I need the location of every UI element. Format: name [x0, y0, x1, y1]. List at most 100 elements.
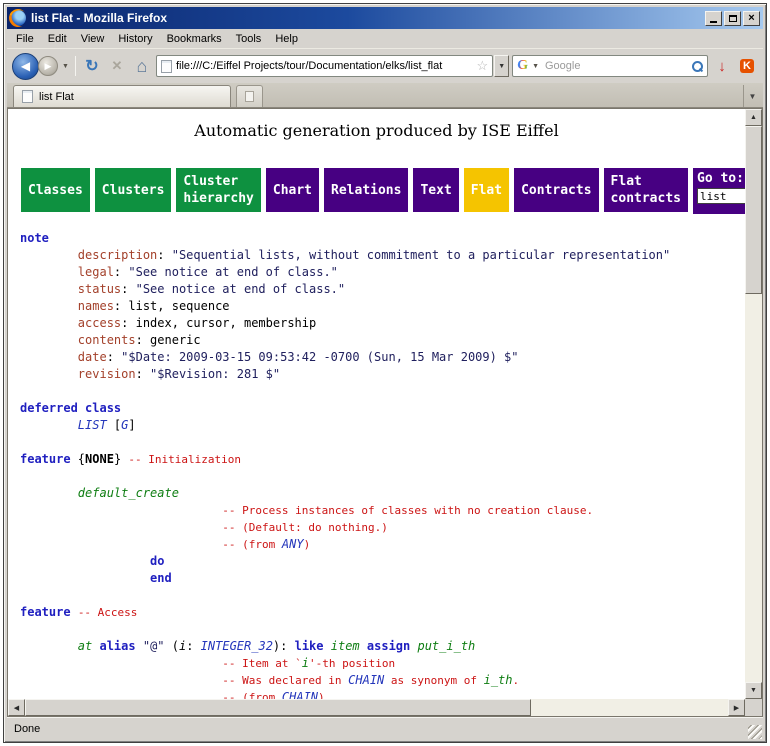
- page-viewport: Automatic generation produced by ISE Eif…: [8, 109, 745, 699]
- forward-button[interactable]: ▶: [38, 56, 58, 76]
- code-link[interactable]: default_create: [78, 486, 179, 500]
- firefox-icon: [10, 10, 26, 26]
- scroll-right-icon: ▶: [734, 704, 739, 712]
- code-link[interactable]: i_th: [484, 673, 513, 687]
- menu-history[interactable]: History: [111, 31, 159, 47]
- toolbar-separator: [75, 56, 76, 76]
- code-token: ]: [128, 418, 135, 432]
- nav-relations[interactable]: Relations: [324, 168, 408, 212]
- bookmark-star-icon[interactable]: ☆: [477, 58, 489, 74]
- new-tab-button[interactable]: [236, 85, 263, 107]
- code-line: -- Process instances of classes with no …: [20, 502, 745, 519]
- stop-button[interactable]: ✕: [106, 54, 128, 78]
- nav-cluster-hierarchy[interactable]: Cluster hierarchy: [176, 168, 260, 212]
- horizontal-scrollbar[interactable]: ◀ ▶: [8, 699, 745, 716]
- code-token: :: [157, 248, 171, 262]
- download-button[interactable]: ↓: [711, 54, 733, 78]
- nav-classes[interactable]: Classes: [21, 168, 90, 212]
- scroll-up-button[interactable]: ▲: [745, 109, 762, 126]
- code-link[interactable]: CHAIN: [348, 673, 384, 687]
- scroll-up-icon: ▲: [750, 114, 757, 121]
- scroll-down-button[interactable]: ▼: [745, 682, 762, 699]
- scroll-left-button[interactable]: ◀: [8, 699, 25, 716]
- close-button[interactable]: ×: [743, 11, 760, 26]
- resize-grip[interactable]: [748, 725, 762, 739]
- search-box[interactable]: G ▼: [512, 55, 708, 77]
- code-token: :: [107, 350, 121, 364]
- nav-text[interactable]: Text: [413, 168, 458, 212]
- nav-flat-contracts[interactable]: Flat contracts: [604, 168, 688, 212]
- titlebar[interactable]: list Flat - Mozilla Firefox ×: [7, 7, 763, 29]
- nav-toolbar: ◀ ▶ ▼ ↻ ✕ ⌂ file:///C:/Eiffel Projects/t…: [7, 49, 763, 83]
- menu-tools[interactable]: Tools: [229, 31, 269, 47]
- code-line: [20, 383, 745, 400]
- code-listing: note description: "Sequential lists, wit…: [20, 230, 745, 699]
- reload-button[interactable]: ↻: [81, 54, 103, 78]
- code-link[interactable]: INTEGER_32: [201, 639, 273, 653]
- search-magnifier-icon[interactable]: [692, 61, 703, 72]
- menu-bookmarks[interactable]: Bookmarks: [160, 31, 229, 47]
- search-input[interactable]: [543, 59, 689, 73]
- code-link[interactable]: put_i_th: [417, 639, 475, 653]
- code-link[interactable]: ANY: [282, 537, 304, 551]
- code-token: [20, 248, 78, 262]
- code-line: status: "See notice at end of class.": [20, 281, 745, 298]
- new-tab-icon: [245, 91, 254, 102]
- extension-button[interactable]: K: [736, 54, 758, 78]
- maximize-button[interactable]: [724, 11, 741, 26]
- home-button[interactable]: ⌂: [131, 54, 153, 78]
- list-all-tabs-button[interactable]: ▼: [743, 85, 761, 107]
- code-token: [20, 299, 78, 313]
- back-button[interactable]: ◀: [12, 53, 39, 80]
- code-token: NONE: [85, 452, 114, 466]
- code-line: legal: "See notice at end of class.": [20, 264, 745, 281]
- code-link[interactable]: i: [302, 656, 309, 670]
- vertical-scroll-track[interactable]: [745, 126, 762, 682]
- code-token: [136, 639, 143, 653]
- code-line: -- (from ANY): [20, 536, 745, 553]
- google-logo-icon: G: [517, 58, 528, 74]
- home-icon: ⌂: [137, 56, 148, 77]
- address-dropdown-button[interactable]: ▼: [494, 55, 509, 77]
- code-token: names: [78, 299, 114, 313]
- menu-view[interactable]: View: [74, 31, 112, 47]
- code-token: legal: [78, 265, 114, 279]
- code-token: : list, sequence: [114, 299, 230, 313]
- code-token: [: [107, 418, 121, 432]
- code-token: :: [136, 367, 150, 381]
- horizontal-scroll-thumb[interactable]: [25, 699, 531, 716]
- history-dropdown-button[interactable]: ▼: [61, 63, 70, 70]
- tab-label: list Flat: [39, 91, 74, 103]
- menu-edit[interactable]: Edit: [41, 31, 74, 47]
- window-title: list Flat - Mozilla Firefox: [31, 11, 167, 25]
- code-token: [20, 265, 78, 279]
- code-token: [20, 520, 222, 534]
- code-token: [20, 554, 150, 568]
- code-link[interactable]: LIST: [78, 418, 107, 432]
- code-token: -- Was declared in: [222, 674, 348, 687]
- menu-help[interactable]: Help: [268, 31, 305, 47]
- code-link[interactable]: CHAIN: [282, 690, 318, 699]
- menu-file[interactable]: File: [9, 31, 41, 47]
- scroll-right-button[interactable]: ▶: [728, 699, 745, 716]
- minimize-button[interactable]: [705, 11, 722, 26]
- tab-list-flat[interactable]: list Flat: [13, 85, 231, 107]
- search-engine-dropdown[interactable]: ▼: [531, 63, 540, 70]
- code-link[interactable]: at: [78, 639, 92, 653]
- nav-contracts[interactable]: Contracts: [514, 168, 598, 212]
- nav-chart[interactable]: Chart: [266, 168, 319, 212]
- vertical-scrollbar[interactable]: ▲ ▼: [745, 109, 762, 699]
- code-link[interactable]: item: [331, 639, 360, 653]
- address-text[interactable]: file:///C:/Eiffel Projects/tour/Document…: [176, 60, 473, 72]
- goto-input[interactable]: [697, 188, 745, 204]
- address-bar[interactable]: file:///C:/Eiffel Projects/tour/Document…: [156, 55, 493, 77]
- code-line: LIST [G]: [20, 417, 745, 434]
- horizontal-scroll-track[interactable]: [25, 699, 728, 716]
- nav-clusters[interactable]: Clusters: [95, 168, 172, 212]
- code-token: [20, 639, 78, 653]
- vertical-scroll-thumb[interactable]: [745, 126, 762, 294]
- tab-bar: list Flat ▼: [7, 83, 763, 108]
- chevron-down-icon: ▼: [498, 63, 505, 70]
- nav-flat[interactable]: Flat: [464, 168, 509, 212]
- code-token: deferred class: [20, 401, 121, 415]
